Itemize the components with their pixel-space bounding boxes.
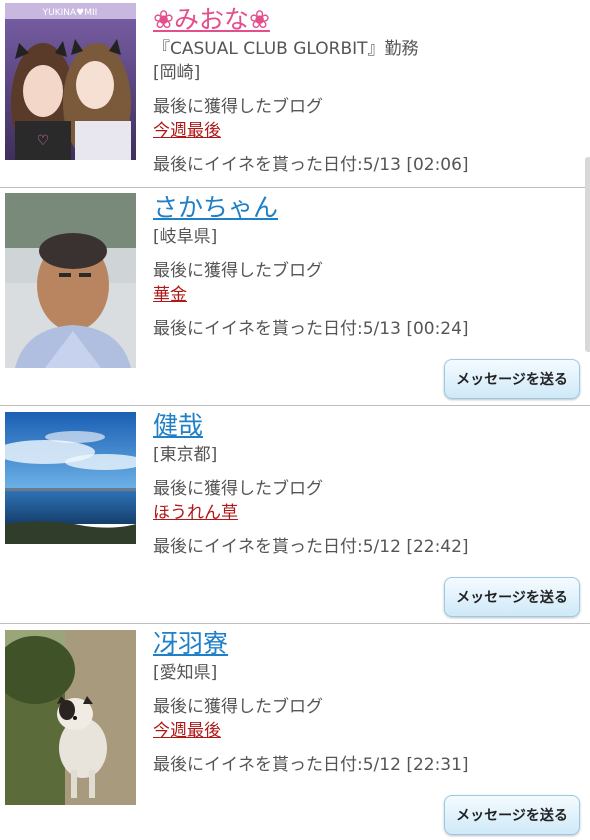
- like-date-value: 5/12 [22:31]: [362, 755, 469, 775]
- user-card[interactable]: 健哉 [東京都] 最後に獲得したブログ ほうれん草 最後にイイネを貰った日付:5…: [0, 406, 590, 624]
- user-name-link[interactable]: 冴羽寮: [153, 627, 228, 661]
- scrollbar[interactable]: [585, 157, 590, 352]
- blog-title-link[interactable]: ほうれん草: [153, 501, 238, 525]
- user-shop: 『CASUAL CLUB GLORBIT』勤務: [153, 39, 419, 59]
- like-date-value: 5/13 [00:24]: [362, 319, 469, 339]
- user-photo[interactable]: YUKINA♥MII ♡: [5, 3, 136, 160]
- like-date: 最後にイイネを貰った日付:5/13 [00:24]: [153, 317, 590, 341]
- user-location: [愛知県]: [153, 663, 218, 683]
- user-location: [岡崎]: [153, 63, 201, 83]
- user-photo[interactable]: [5, 193, 136, 368]
- like-date: 最後にイイネを貰った日付:5/12 [22:42]: [153, 535, 590, 559]
- blog-label: 最後に獲得したブログ: [153, 479, 323, 499]
- user-name-link[interactable]: 健哉: [153, 409, 203, 443]
- blog-label: 最後に獲得したブログ: [153, 697, 323, 717]
- user-card[interactable]: YUKINA♥MII ♡ ❀みおな❀ 『CASUAL CLUB GLORBIT』…: [0, 0, 590, 188]
- like-date-prefix: 最後にイイネを貰った日付:: [153, 319, 363, 339]
- like-date-prefix: 最後にイイネを貰った日付:: [153, 537, 363, 557]
- blog-title-link[interactable]: 今週最後: [153, 719, 221, 743]
- like-date: 最後にイイネを貰った日付:5/13 [02:06]: [153, 153, 590, 177]
- like-date-prefix: 最後にイイネを貰った日付:: [153, 155, 363, 175]
- blog-title-link[interactable]: 今週最後: [153, 119, 221, 143]
- send-message-button[interactable]: メッセージを送る: [444, 359, 580, 399]
- like-date-prefix: 最後にイイネを貰った日付:: [153, 755, 363, 775]
- purikura-header: YUKINA♥MII: [42, 8, 98, 18]
- send-message-button[interactable]: メッセージを送る: [444, 795, 580, 835]
- svg-text:♡: ♡: [37, 133, 50, 149]
- user-location: [東京都]: [153, 445, 218, 465]
- user-card[interactable]: 冴羽寮 [愛知県] 最後に獲得したブログ 今週最後 最後にイイネを貰った日付:5…: [0, 624, 590, 840]
- user-location: [岐阜県]: [153, 227, 218, 247]
- blog-title-link[interactable]: 華金: [153, 283, 187, 307]
- like-date-value: 5/12 [22:42]: [362, 537, 469, 557]
- blog-label: 最後に獲得したブログ: [153, 261, 323, 281]
- like-date: 最後にイイネを貰った日付:5/12 [22:31]: [153, 753, 590, 777]
- user-photo[interactable]: [5, 630, 136, 805]
- send-message-button[interactable]: メッセージを送る: [444, 577, 580, 617]
- user-photo[interactable]: [5, 412, 136, 544]
- like-date-value: 5/13 [02:06]: [362, 155, 469, 175]
- blog-label: 最後に獲得したブログ: [153, 97, 323, 117]
- user-card[interactable]: さかちゃん [岐阜県] 最後に獲得したブログ 華金 最後にイイネを貰った日付:5…: [0, 188, 590, 406]
- user-name-link[interactable]: さかちゃん: [153, 191, 278, 225]
- user-name-link[interactable]: ❀みおな❀: [153, 3, 270, 37]
